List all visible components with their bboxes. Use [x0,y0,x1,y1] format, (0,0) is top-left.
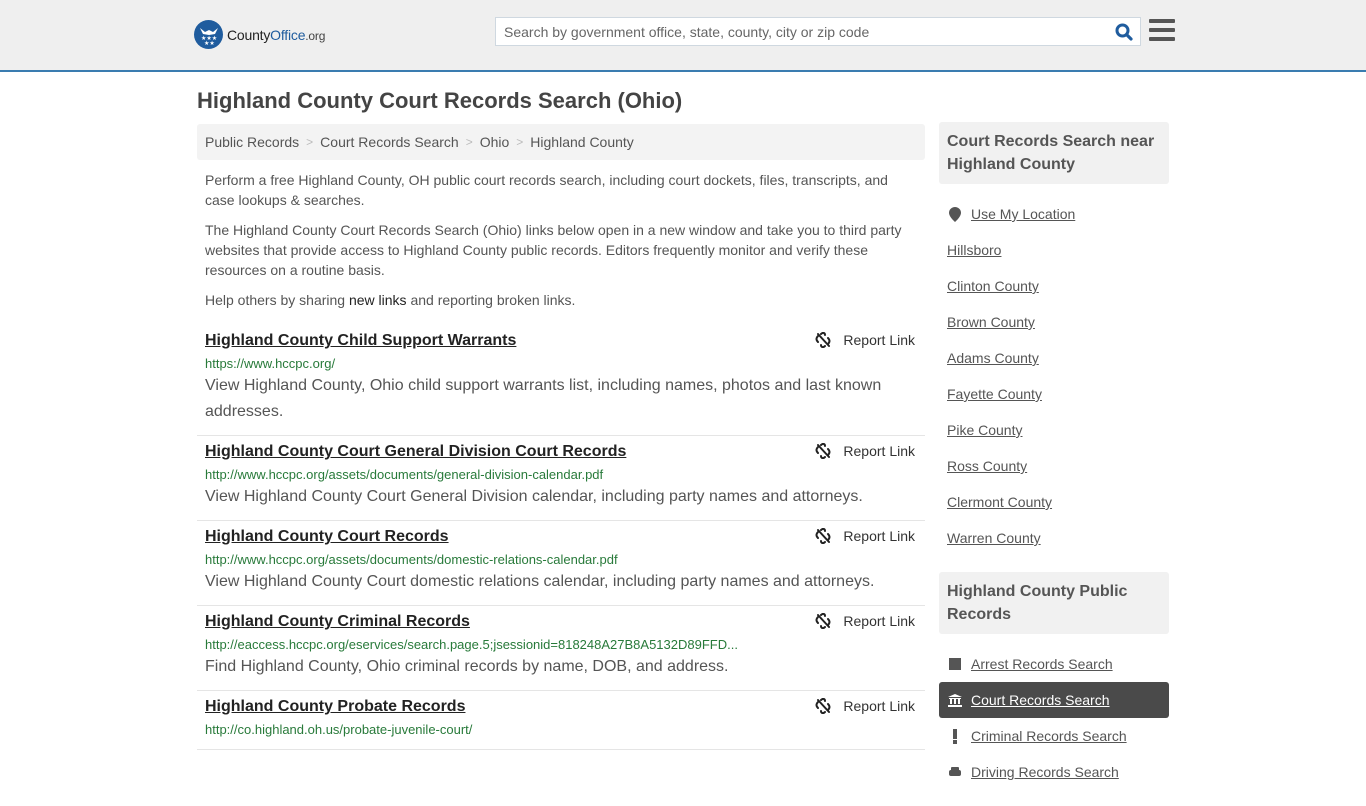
breadcrumb-separator: > [516,135,524,149]
intro-paragraph-3: Help others by sharing new links and rep… [205,292,576,308]
square-icon [947,658,963,670]
use-my-location-link[interactable]: Use My Location [971,206,1075,222]
breadcrumb-court-records-search[interactable]: Court Records Search [320,134,459,150]
nearby-item[interactable]: Fayette County [939,376,1169,412]
report-link-label: Report Link [843,613,915,629]
result-url: http://www.hccpc.org/assets/documents/ge… [205,467,604,482]
result-url: http://www.hccpc.org/assets/documents/do… [205,552,618,567]
result-item: Highland County Criminal Records Report … [197,606,925,691]
nearby-item[interactable]: Adams County [939,340,1169,376]
nearby-link[interactable]: Pike County [947,422,1022,438]
nearby-item[interactable]: Warren County [939,520,1169,556]
intro-paragraph-2: The Highland County Court Records Search… [205,222,902,278]
search-input[interactable] [496,18,1108,45]
nearby-link[interactable]: Hillsboro [947,242,1001,258]
breadcrumb-highland-county[interactable]: Highland County [530,134,634,150]
eagle-stars-icon: ★★★ ★★ [194,20,223,49]
breadcrumb-ohio[interactable]: Ohio [480,134,510,150]
nearby-item[interactable]: Hillsboro [939,232,1169,268]
broken-link-icon [815,443,831,459]
nearby-item[interactable]: Clermont County [939,484,1169,520]
public-records-link[interactable]: Arrest Records Search [971,656,1113,672]
page-title: Highland County Court Records Search (Oh… [197,88,683,113]
result-description: View Highland County, Ohio child support… [205,377,882,420]
result-title-link[interactable]: Highland County Court General Division C… [205,442,626,462]
nearby-item[interactable]: Pike County [939,412,1169,448]
courthouse-icon [947,693,963,707]
use-my-location-item[interactable]: Use My Location [939,196,1169,232]
nearby-link[interactable]: Clinton County [947,278,1039,294]
result-item: Highland County Probate Records Report L… [197,691,925,750]
report-link-label: Report Link [843,698,915,714]
report-link-button[interactable]: Report Link [815,528,915,544]
nearby-list: Use My Location Hillsboro Clinton County B… [939,184,1169,572]
nearby-item[interactable]: Brown County [939,304,1169,340]
broken-link-icon [815,332,831,348]
new-links-link[interactable]: new links [349,292,407,308]
report-link-label: Report Link [843,332,915,348]
result-title-link[interactable]: Highland County Court Records [205,527,449,547]
result-title-link[interactable]: Highland County Criminal Records [205,612,470,632]
report-link-button[interactable]: Report Link [815,613,915,629]
site-logo[interactable]: ★★★ ★★ CountyOffice.org [194,20,325,49]
public-records-heading: Highland County Public Records [939,572,1169,634]
report-link-button[interactable]: Report Link [815,698,915,714]
result-title-link[interactable]: Highland County Probate Records [205,697,465,717]
hamburger-menu-button[interactable] [1149,19,1175,41]
search-bar [495,17,1141,46]
result-description: View Highland County Court domestic rela… [205,573,875,590]
nearby-link[interactable]: Fayette County [947,386,1042,402]
result-url: https://www.hccpc.org/ [205,356,336,371]
nearby-link[interactable]: Warren County [947,530,1041,546]
result-title-link[interactable]: Highland County Child Support Warrants [205,331,516,351]
nearby-link[interactable]: Ross County [947,458,1027,474]
result-item: Highland County Court Records Report Lin… [197,521,925,606]
nearby-item[interactable]: Ross County [939,448,1169,484]
sidebar: Court Records Search near Highland Count… [939,122,1169,806]
site-header: ★★★ ★★ CountyOffice.org [0,0,1366,72]
svg-text:★★: ★★ [204,40,215,45]
public-records-item[interactable]: Criminal Records Search [939,718,1169,754]
intro-paragraph-1: Perform a free Highland County, OH publi… [205,172,888,208]
nearby-link[interactable]: Adams County [947,350,1039,366]
breadcrumb-separator: > [465,135,473,149]
public-records-item[interactable]: Arrest Records Search [939,646,1169,682]
result-description: View Highland County Court General Divis… [205,488,863,505]
public-records-link[interactable]: Court Records Search [971,692,1110,708]
breadcrumb: Public Records > Court Records Search > Oh… [197,124,925,160]
public-records-link[interactable]: Driving Records Search [971,764,1119,780]
result-url: http://co.highland.oh.us/probate-juvenil… [205,722,473,737]
broken-link-icon [815,613,831,629]
map-pin-icon [947,206,963,222]
public-records-item[interactable]: Driving Records Search [939,754,1169,790]
report-link-label: Report Link [843,443,915,459]
exclamation-icon [947,728,963,744]
result-url: http://eaccess.hccpc.org/eservices/searc… [205,637,738,652]
public-records-item[interactable]: Court Records Search [939,682,1169,718]
public-records-link[interactable]: Criminal Records Search [971,728,1127,744]
nearby-link[interactable]: Clermont County [947,494,1052,510]
result-description: Find Highland County, Ohio criminal reco… [205,658,729,675]
intro-text: Perform a free Highland County, OH publi… [205,170,917,320]
results-list: Highland County Child Support Warrants R… [197,325,925,750]
public-records-list: Arrest Records Search Court Records Searc… [939,634,1169,806]
logo-text: CountyOffice.org [227,26,326,43]
broken-link-icon [815,698,831,714]
breadcrumb-public-records[interactable]: Public Records [205,134,299,150]
broken-link-icon [815,528,831,544]
report-link-button[interactable]: Report Link [815,443,915,459]
report-link-label: Report Link [843,528,915,544]
nearby-heading: Court Records Search near Highland Count… [939,122,1169,184]
breadcrumb-separator: > [306,135,314,149]
search-icon [1115,23,1133,41]
nearby-item[interactable]: Clinton County [939,268,1169,304]
result-item: Highland County Child Support Warrants R… [197,325,925,436]
search-button[interactable] [1108,18,1140,45]
nearby-link[interactable]: Brown County [947,314,1035,330]
result-item: Highland County Court General Division C… [197,436,925,521]
report-link-button[interactable]: Report Link [815,332,915,348]
